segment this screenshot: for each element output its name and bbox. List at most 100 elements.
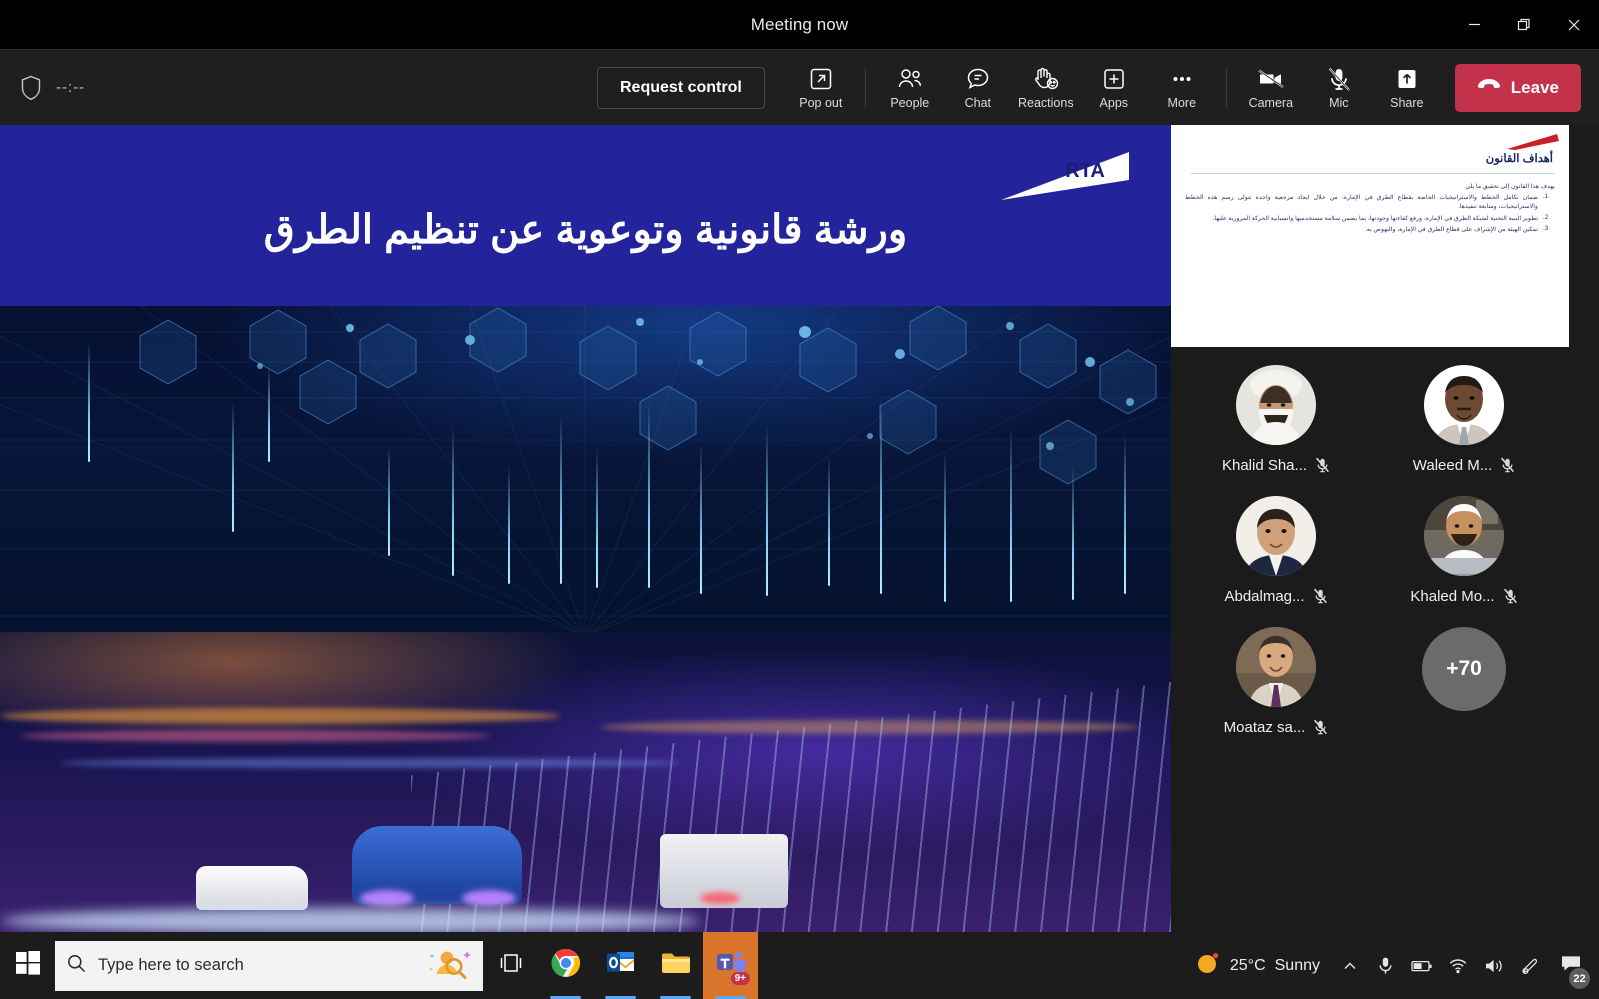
light-beam xyxy=(1072,466,1074,600)
document-heading: أهداف القانون xyxy=(1486,151,1553,165)
reactions-button[interactable]: Reactions xyxy=(1012,55,1080,121)
wifi-tray-icon[interactable] xyxy=(1441,932,1474,999)
microphone-tray-icon[interactable] xyxy=(1369,932,1402,999)
search-icon xyxy=(67,954,86,978)
document-item-number: 3. xyxy=(1543,225,1555,232)
file-explorer-button[interactable] xyxy=(648,932,703,999)
overflow-count[interactable]: +70 xyxy=(1422,627,1506,711)
toolbar-divider xyxy=(865,69,866,107)
document-item-number: 1. xyxy=(1543,193,1555,200)
participant-tile[interactable]: Khalid Sha... xyxy=(1212,365,1340,474)
minimize-button[interactable] xyxy=(1449,0,1499,49)
document-body: يهدف هذا القانون إلى تحقيق ما يلي 1. ضما… xyxy=(1185,183,1555,236)
apps-button[interactable]: Apps xyxy=(1080,55,1148,121)
weather-widget[interactable]: 25°C Sunny xyxy=(1185,932,1330,999)
sunny-icon xyxy=(1195,950,1221,981)
windows-start-icon xyxy=(16,951,40,980)
motion-trail xyxy=(0,908,700,932)
mic-muted-icon xyxy=(1500,457,1515,474)
headlight-glow xyxy=(462,890,516,906)
chat-label: Chat xyxy=(965,96,991,110)
shared-content-stage[interactable]: ورشة قانونية وتوعوية عن تنظيم الطرق RTA xyxy=(0,125,1171,932)
mic-label: Mic xyxy=(1329,96,1348,110)
outlook-icon xyxy=(606,949,636,982)
chat-button[interactable]: Chat xyxy=(944,55,1012,121)
share-button[interactable]: Share xyxy=(1373,55,1441,121)
avatar xyxy=(1236,365,1316,445)
chrome-icon xyxy=(551,948,581,983)
participants-overflow-tile[interactable]: +70 xyxy=(1400,627,1528,736)
search-input[interactable]: Type here to search xyxy=(55,941,483,991)
light-beam xyxy=(880,398,882,594)
light-beam xyxy=(388,446,390,556)
participant-name: Abdalmag... xyxy=(1224,588,1304,605)
close-button[interactable] xyxy=(1549,0,1599,49)
document-item-number: 2. xyxy=(1543,214,1555,221)
slide-city-image xyxy=(0,306,1171,932)
participant-tile[interactable]: Waleed M... xyxy=(1400,365,1528,474)
participant-tile[interactable]: Moataz sa... xyxy=(1212,627,1340,736)
mic-button[interactable]: Mic xyxy=(1305,55,1373,121)
light-beam xyxy=(596,448,598,588)
participant-name-row: Khaled Mo... xyxy=(1410,588,1517,605)
light-beam xyxy=(88,342,90,462)
apps-label: Apps xyxy=(1100,96,1129,110)
document-item-text: تطوير البنية التحتية لشبكة الطرق في الإم… xyxy=(1185,214,1538,223)
light-beam xyxy=(700,444,702,594)
meeting-timer: --:-- xyxy=(56,79,85,96)
participant-tile[interactable]: Khaled Mo... xyxy=(1400,496,1528,605)
shield-icon xyxy=(20,75,42,101)
battery-tray-icon[interactable] xyxy=(1405,932,1438,999)
white-car xyxy=(196,866,308,910)
meeting-right-panel: أهداف القانون يهدف هذا القانون إلى تحقيق… xyxy=(1171,125,1599,932)
people-icon xyxy=(896,65,924,93)
chrome-button[interactable] xyxy=(538,932,593,999)
hexagon-network-overlay xyxy=(0,306,1171,506)
camera-button[interactable]: Camera xyxy=(1237,55,1305,121)
pop-out-button[interactable]: Pop out xyxy=(787,55,855,121)
document-rule xyxy=(1191,173,1555,174)
document-list-item: 2. تطوير البنية التحتية لشبكة الطرق في ا… xyxy=(1185,214,1555,223)
notification-center-button[interactable]: 22 xyxy=(1549,932,1593,999)
request-control-button[interactable]: Request control xyxy=(597,67,765,109)
reactions-label: Reactions xyxy=(1018,96,1074,110)
light-beam xyxy=(1010,426,1012,602)
light-beam xyxy=(944,452,946,602)
more-button[interactable]: More xyxy=(1148,55,1216,121)
toolbar-divider-2 xyxy=(1226,69,1227,107)
slide-title: ورشة قانونية وتوعوية عن تنظيم الطرق xyxy=(0,207,1171,253)
hangup-icon xyxy=(1477,77,1501,98)
shared-document-thumbnail[interactable]: أهداف القانون يهدف هذا القانون إلى تحقيق… xyxy=(1171,125,1569,347)
people-button[interactable]: People xyxy=(876,55,944,121)
pen-menu-tray-icon[interactable] xyxy=(1513,932,1546,999)
participant-name: Khalid Sha... xyxy=(1222,457,1307,474)
share-label: Share xyxy=(1390,96,1423,110)
document-intro: يهدف هذا القانون إلى تحقيق ما يلي xyxy=(1185,183,1555,190)
notification-count: 22 xyxy=(1569,968,1590,989)
search-highlight-icon xyxy=(425,947,471,984)
more-icon xyxy=(1169,65,1195,93)
participant-row: Abdalmag... xyxy=(1171,496,1569,605)
start-button[interactable] xyxy=(0,932,55,999)
chat-icon xyxy=(965,65,991,93)
taillight-glow xyxy=(700,892,740,904)
participant-name-row: Moataz sa... xyxy=(1224,719,1329,736)
task-view-button[interactable] xyxy=(483,932,538,999)
volume-tray-icon[interactable] xyxy=(1477,932,1510,999)
slide-banner: ورشة قانونية وتوعوية عن تنظيم الطرق RTA xyxy=(0,125,1171,306)
teams-badge: 9+ xyxy=(731,972,750,985)
more-label: More xyxy=(1168,96,1196,110)
leave-button[interactable]: Leave xyxy=(1455,64,1581,112)
light-beam xyxy=(560,414,562,584)
reactions-icon xyxy=(1032,65,1060,93)
participant-name-row: Khalid Sha... xyxy=(1222,457,1330,474)
participant-tile[interactable]: Abdalmag... xyxy=(1212,496,1340,605)
document-list-item: 3. تمكين الهيئة من الإشراف على قطاع الطر… xyxy=(1185,225,1555,234)
show-hidden-icons-button[interactable] xyxy=(1333,932,1366,999)
pop-out-label: Pop out xyxy=(799,96,842,110)
light-beam xyxy=(452,426,454,576)
outlook-button[interactable] xyxy=(593,932,648,999)
participant-name: Waleed M... xyxy=(1413,457,1492,474)
teams-button[interactable]: 9+ xyxy=(703,932,758,999)
restore-button[interactable] xyxy=(1499,0,1549,49)
